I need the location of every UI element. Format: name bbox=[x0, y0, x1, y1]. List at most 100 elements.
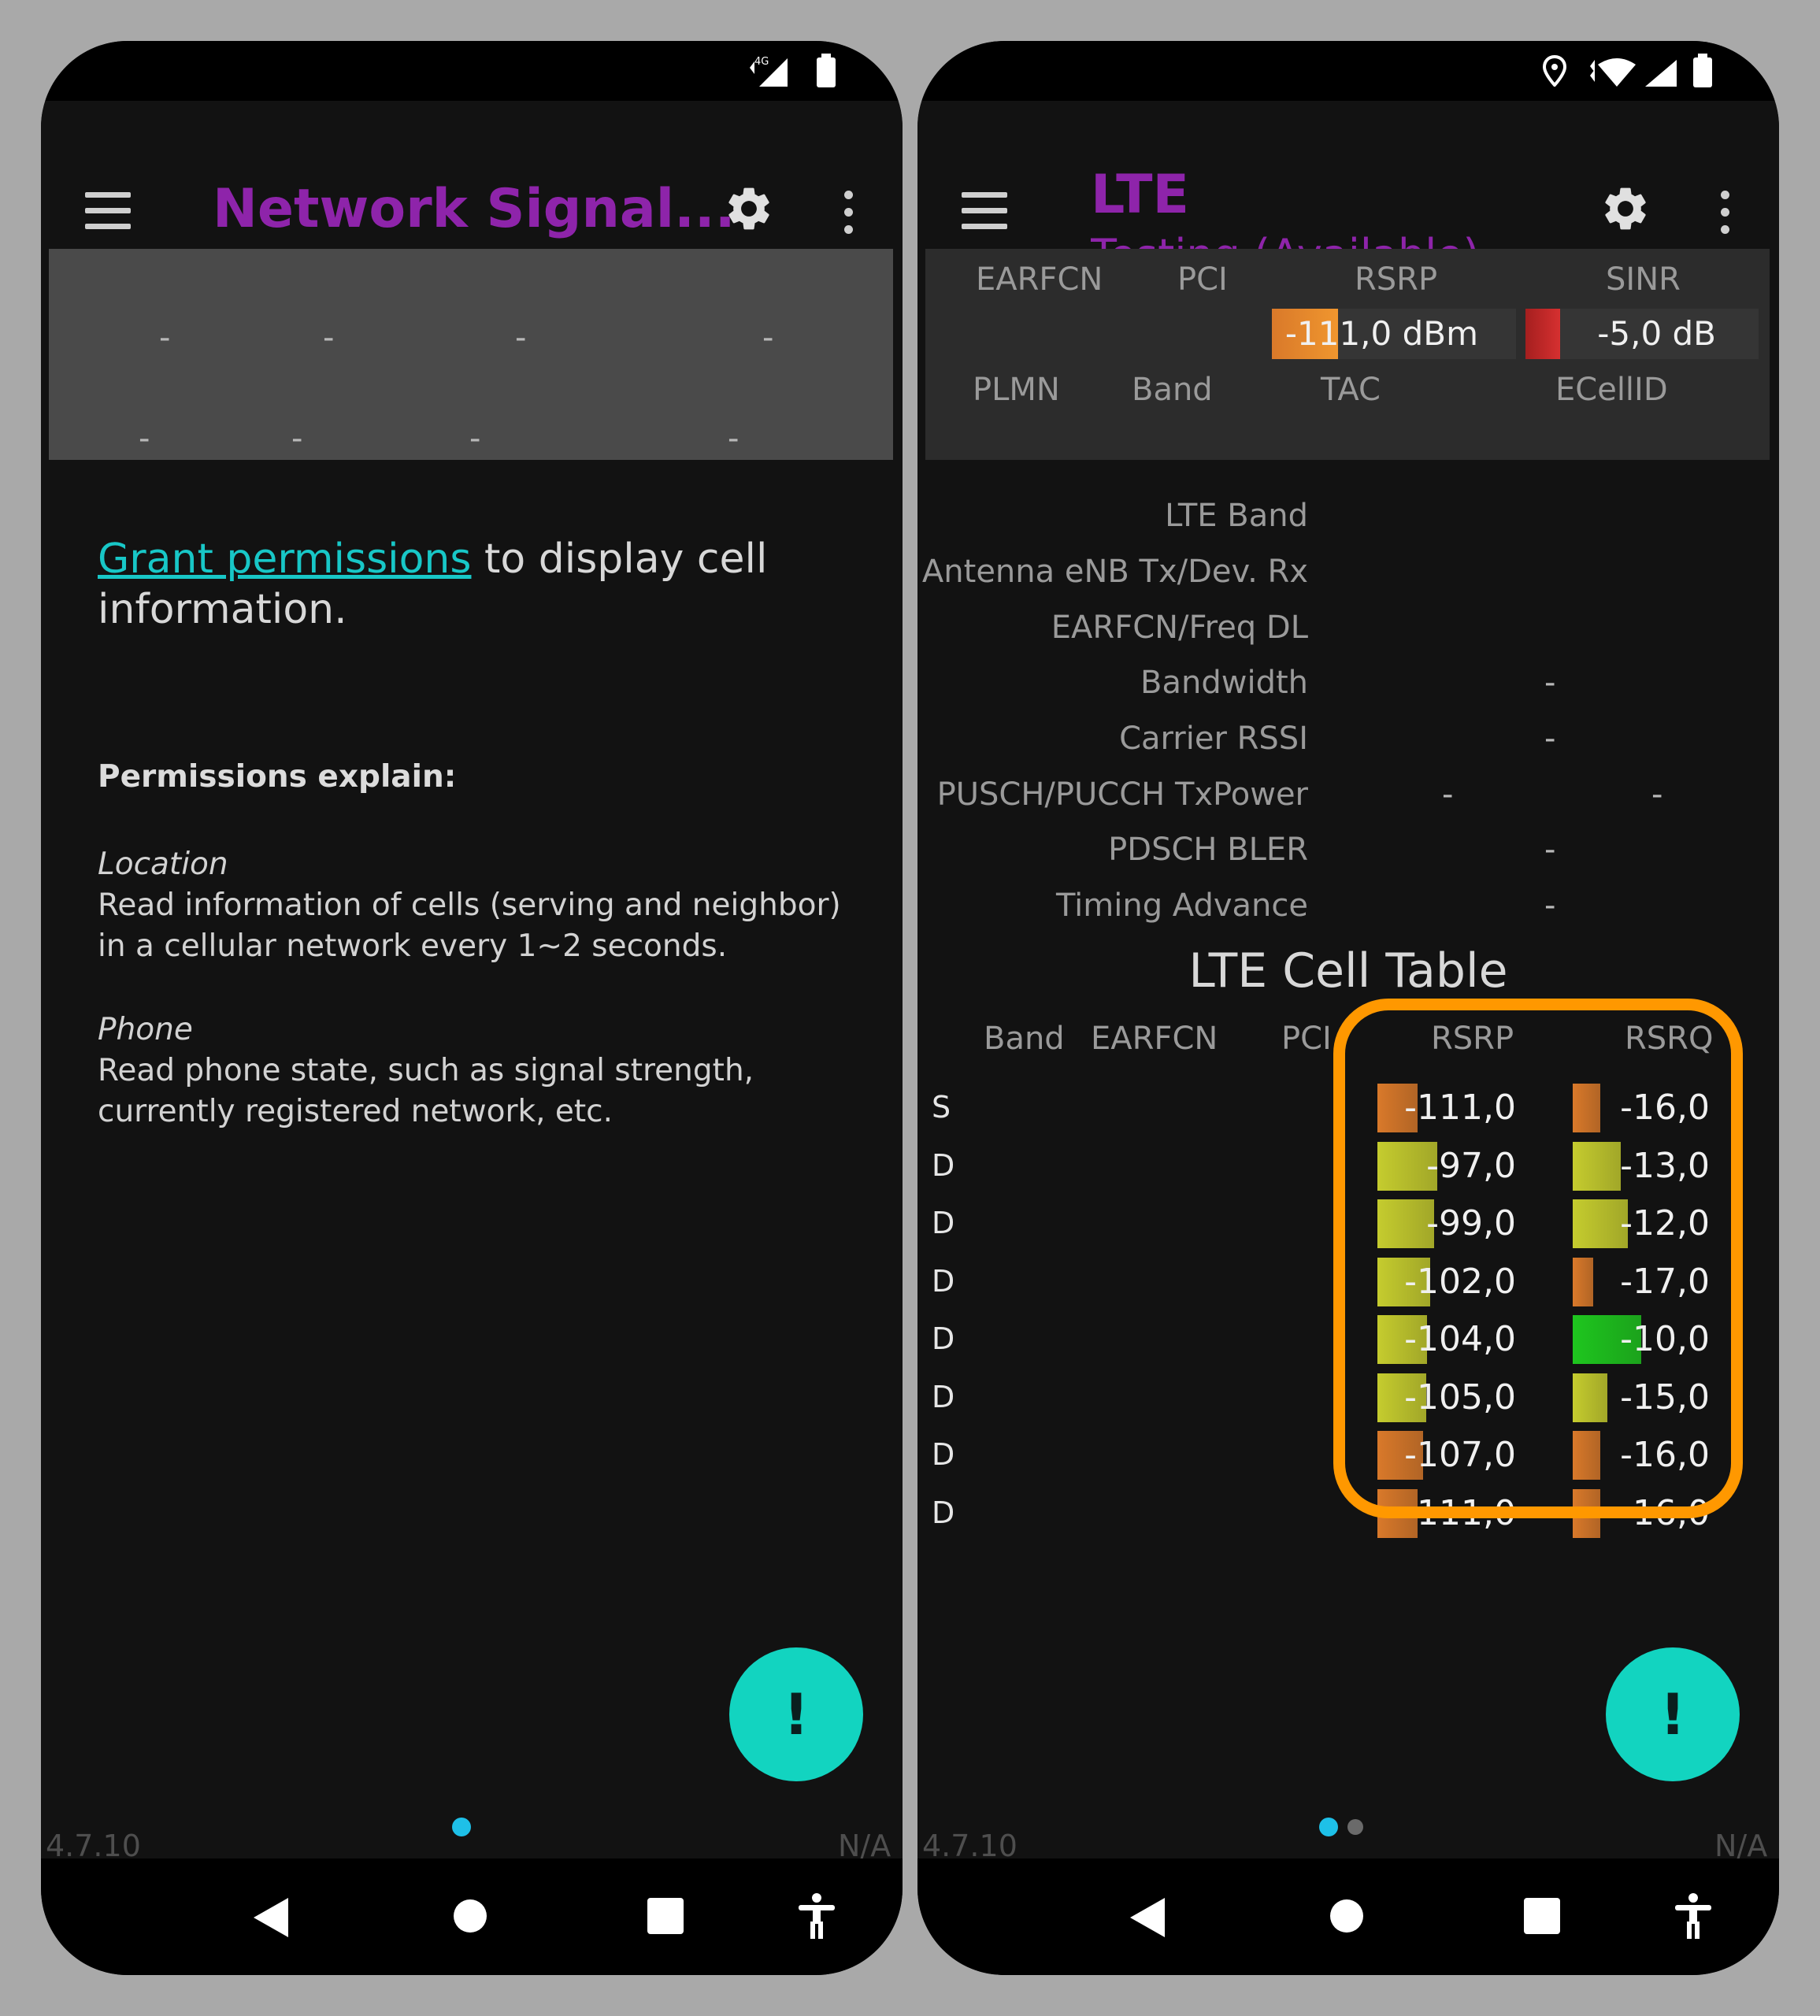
alert-fab-button[interactable]: ! bbox=[1606, 1647, 1740, 1781]
sinr-meter: -5,0 dB bbox=[1525, 309, 1759, 359]
cell-type-label: D bbox=[932, 1206, 955, 1240]
page-title: LTE bbox=[1091, 164, 1189, 226]
phone-permission: Phone Read phone state, such as signal s… bbox=[98, 1010, 754, 1132]
phone-text: Read phone state, such as signal strengt… bbox=[98, 1053, 754, 1088]
more-options-icon[interactable] bbox=[844, 191, 853, 243]
rsrp-bar-cell: -107,0 bbox=[1377, 1431, 1516, 1480]
detail-value: - bbox=[1544, 832, 1556, 868]
cell-type-label: D bbox=[932, 1437, 955, 1472]
app-bar: Network Signal... bbox=[41, 101, 903, 243]
serving-cell-panel: EARFCN PCI RSRP SINR -111,0 dBm -5,0 dB … bbox=[925, 249, 1770, 460]
cell-type-label: D bbox=[932, 1379, 955, 1414]
left-phone-screen: 4G Network Signal... - - - - - - - - Gra bbox=[41, 41, 903, 1975]
rsrq-bar-fill bbox=[1573, 1084, 1600, 1132]
location-title: Location bbox=[98, 847, 228, 882]
detail-label: EARFCN/Freq DL bbox=[1051, 610, 1308, 646]
detail-label: Antenna eNB Tx/Dev. Rx bbox=[921, 554, 1308, 590]
header-band: Band bbox=[1132, 372, 1213, 408]
detail-label: Carrier RSSI bbox=[1119, 721, 1308, 757]
rsrp-value: -97,0 bbox=[1426, 1145, 1516, 1186]
rsrp-bar-cell: -97,0 bbox=[1377, 1141, 1516, 1191]
rsrp-value: -99,0 bbox=[1426, 1203, 1516, 1243]
rsrq-bar-cell: -10,0 bbox=[1573, 1315, 1710, 1364]
recents-icon[interactable] bbox=[1524, 1898, 1560, 1934]
header-plmn: PLMN bbox=[973, 372, 1060, 408]
navigation-bar bbox=[917, 1858, 1779, 1975]
sinr-meter-fill bbox=[1525, 309, 1560, 359]
rsrq-value: -16,0 bbox=[1620, 1088, 1710, 1128]
home-icon[interactable] bbox=[1329, 1898, 1365, 1934]
location-text: Read information of cells (serving and n… bbox=[98, 888, 841, 923]
phone-title: Phone bbox=[98, 1012, 193, 1047]
rsrp-bar-cell: -111,0 bbox=[1377, 1084, 1516, 1132]
summary-value: - bbox=[159, 320, 171, 356]
detail-label: Timing Advance bbox=[1055, 888, 1308, 924]
detail-value: - bbox=[1651, 776, 1663, 813]
rsrq-value: -17,0 bbox=[1620, 1261, 1710, 1302]
rsrq-bar-fill bbox=[1573, 1141, 1621, 1191]
page-indicator-dot-active bbox=[452, 1818, 471, 1836]
rsrq-value: -12,0 bbox=[1620, 1203, 1710, 1243]
rsrq-value: -13,0 bbox=[1620, 1145, 1710, 1186]
menu-icon[interactable] bbox=[962, 192, 1007, 239]
rsrp-value: -111,0 bbox=[1404, 1492, 1516, 1533]
summary-value: - bbox=[515, 320, 527, 356]
summary-value: - bbox=[762, 320, 774, 356]
cell-type-label: S bbox=[932, 1090, 951, 1125]
header-ecellid: ECellID bbox=[1555, 372, 1668, 408]
more-options-icon[interactable] bbox=[1721, 191, 1729, 243]
rsrq-bar-fill bbox=[1573, 1488, 1600, 1538]
detail-value: - bbox=[1544, 888, 1556, 924]
page-title: Network Signal... bbox=[213, 178, 736, 240]
rsrp-value: -102,0 bbox=[1404, 1261, 1516, 1302]
cell-type-label: D bbox=[932, 1147, 955, 1183]
table-header-pci: PCI bbox=[1281, 1021, 1332, 1057]
page-indicator-dot-inactive bbox=[1319, 1818, 1338, 1836]
cell-type-label: D bbox=[932, 1495, 955, 1530]
rsrq-bar-cell: -17,0 bbox=[1573, 1257, 1710, 1306]
detail-value: - bbox=[1442, 776, 1454, 813]
status-bar bbox=[917, 41, 1779, 101]
mobile-signal-4g-icon: 4G bbox=[750, 56, 788, 87]
accessibility-icon[interactable] bbox=[1674, 1893, 1713, 1940]
header-earfcn: EARFCN bbox=[976, 261, 1103, 298]
header-sinr: SINR bbox=[1606, 261, 1681, 298]
accessibility-icon[interactable] bbox=[797, 1893, 836, 1940]
summary-value: - bbox=[323, 320, 335, 356]
rsrq-value: -10,0 bbox=[1620, 1319, 1710, 1359]
rsrp-bar-cell: -104,0 bbox=[1377, 1315, 1516, 1364]
sinr-value: -5,0 dB bbox=[1597, 314, 1716, 353]
gear-icon[interactable] bbox=[1599, 183, 1651, 235]
back-icon[interactable] bbox=[1129, 1896, 1166, 1939]
home-icon[interactable] bbox=[452, 1898, 488, 1934]
table-header-band: Band bbox=[984, 1021, 1065, 1057]
table-header-earfcn: EARFCN bbox=[1091, 1021, 1218, 1057]
rsrq-bar-cell: -16,0 bbox=[1573, 1084, 1710, 1132]
status-bar: 4G bbox=[41, 41, 903, 101]
back-icon[interactable] bbox=[252, 1896, 290, 1939]
grant-message-text: information. bbox=[98, 586, 347, 633]
app-bar: LTE Testing (Available) bbox=[917, 101, 1779, 263]
rsrq-bar-cell: -12,0 bbox=[1573, 1199, 1710, 1248]
rsrq-bar-cell: -13,0 bbox=[1573, 1141, 1710, 1191]
summary-value: - bbox=[139, 421, 150, 457]
gear-icon[interactable] bbox=[723, 183, 775, 235]
grant-permissions-link[interactable]: Grant permissions bbox=[98, 536, 471, 583]
location-icon bbox=[1543, 55, 1566, 87]
alert-fab-button[interactable]: ! bbox=[729, 1647, 863, 1781]
location-text: in a cellular network every 1~2 seconds. bbox=[98, 928, 728, 964]
grant-permissions-message: Grant permissions to display cell inform… bbox=[98, 534, 767, 635]
summary-value: - bbox=[728, 421, 739, 457]
cell-type-label: D bbox=[932, 1321, 955, 1356]
rsrp-bar-cell: -99,0 bbox=[1377, 1199, 1516, 1248]
summary-value: - bbox=[469, 421, 481, 457]
navigation-bar bbox=[41, 1858, 903, 1975]
menu-icon[interactable] bbox=[85, 192, 131, 239]
recents-icon[interactable] bbox=[647, 1898, 684, 1934]
svg-text:4G: 4G bbox=[754, 56, 769, 68]
rsrp-value: -111,0 dBm bbox=[1284, 314, 1478, 353]
rsrq-value: -15,0 bbox=[1620, 1377, 1710, 1418]
detail-value: - bbox=[1544, 721, 1556, 757]
battery-icon bbox=[817, 54, 836, 87]
rsrp-bar-cell: -102,0 bbox=[1377, 1257, 1516, 1306]
